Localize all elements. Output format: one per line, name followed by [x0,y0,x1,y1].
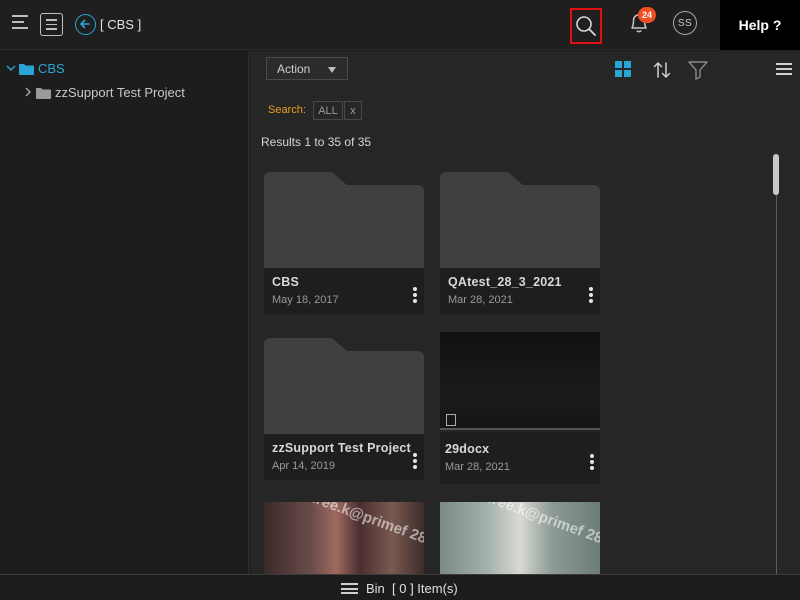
scrollbar-track[interactable] [776,195,777,574]
chevron-down-icon[interactable] [5,64,17,72]
card-meta: QAtest_28_3_2021 Mar 28, 2021 [440,268,600,314]
more-options-icon[interactable] [413,287,417,303]
user-avatar[interactable]: SS [673,11,697,35]
scrollbar-thumb[interactable] [773,154,779,195]
search-label: Search: [268,104,306,116]
grid-view-icon[interactable] [615,61,631,77]
bin-count: [ 0 ] Item(s) [392,581,458,596]
tree-item-cbs[interactable]: CBS [5,58,65,78]
video-thumbnail[interactable]: dipashree.k@primef 28/03/2021 17 [440,502,600,574]
more-options-icon[interactable] [590,454,594,470]
search-tag-all[interactable]: ALL [313,101,343,120]
clear-search-button[interactable]: x [344,101,362,120]
folder-icon [36,87,51,99]
action-dropdown[interactable]: Action [266,57,348,80]
folder-thumbnail [440,172,600,268]
folder-thumbnail [264,172,424,268]
card-date: Apr 14, 2019 [272,460,335,472]
results-count: Results 1 to 35 of 35 [261,135,372,149]
notification-count-badge: 24 [638,7,656,23]
folder-icon [19,63,34,75]
search-icon [576,16,596,36]
more-options-icon[interactable] [589,287,593,303]
card-title: 29docx [445,442,490,456]
tree-item-zzsupport-test-project[interactable]: zzSupport Test Project [22,82,185,102]
back-arrow-icon[interactable] [75,14,96,35]
card-title: CBS [272,275,299,289]
card-meta: 29docx Mar 28, 2021 [440,432,600,484]
card-date: May 18, 2017 [272,294,339,306]
card-date: Mar 28, 2021 [448,294,513,306]
asset-card[interactable]: QAtest_28_3_2021 Mar 28, 2021 [440,172,600,314]
document-thumbnail [440,332,600,430]
bin-menu-icon[interactable] [341,583,358,594]
help-button[interactable]: Help ? [720,0,800,50]
asset-card[interactable]: 29docx Mar 28, 2021 [440,332,600,484]
card-title: QAtest_28_3_2021 [448,275,562,289]
bin-bar[interactable]: Bin [ 0 ] Item(s) [0,574,800,600]
search-button[interactable] [570,8,602,44]
caret-down-icon [328,67,336,73]
tree-item-label: zzSupport Test Project [55,84,185,100]
folder-thumbnail [264,338,424,434]
action-label: Action [277,61,311,76]
asset-card[interactable]: zzSupport Test Project Apr 14, 2019 [264,338,424,480]
watermark-text: dipashree.k@primef 28/03/2021 17 [268,502,424,574]
card-date: Mar 28, 2021 [445,461,510,473]
list-view-icon[interactable] [776,63,792,75]
toggle-panel-icon[interactable] [40,13,63,36]
more-options-icon[interactable] [413,453,417,469]
filter-icon[interactable] [687,60,709,85]
watermark-text: dipashree.k@primef 28/03/2021 17 [444,502,600,574]
document-file-icon [446,414,456,426]
card-meta: CBS May 18, 2017 [264,268,424,314]
hamburger-menu-icon[interactable] [12,15,32,33]
tree-item-label: CBS [38,60,65,76]
chevron-right-icon[interactable] [22,87,34,97]
folder-tree-sidebar: CBS zzSupport Test Project [0,51,249,574]
sort-icon[interactable] [652,60,672,85]
breadcrumb[interactable]: [ CBS ] [100,17,141,32]
top-bar: [ CBS ] 24 SS Help ? [0,0,800,50]
card-title: zzSupport Test Project [272,441,411,455]
video-thumbnail[interactable]: dipashree.k@primef 28/03/2021 17 [264,502,424,574]
asset-card[interactable]: CBS May 18, 2017 [264,172,424,314]
app-window: [ CBS ] 24 SS Help ? CBS zzSupport Test … [0,0,800,600]
bin-label: Bin [366,581,385,596]
card-meta: zzSupport Test Project Apr 14, 2019 [264,434,424,480]
